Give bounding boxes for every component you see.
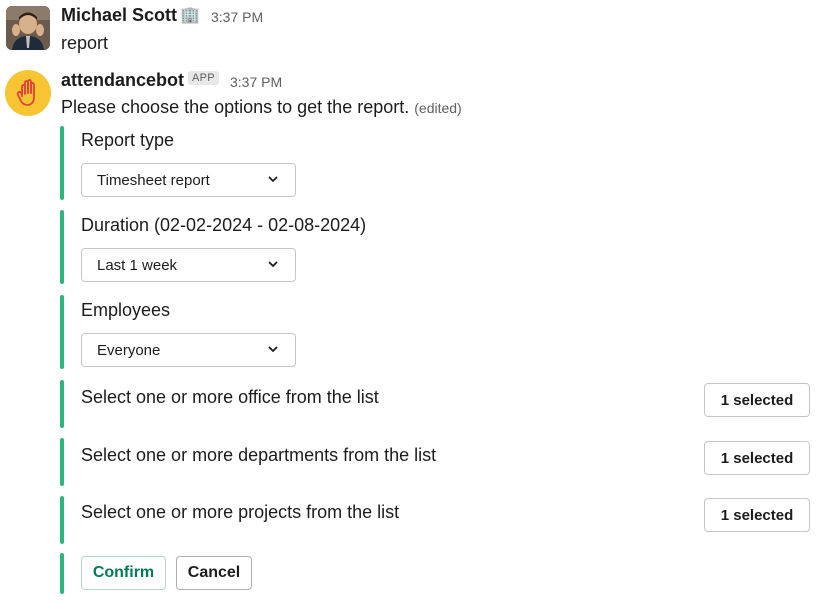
chevron-down-icon: [268, 346, 278, 352]
employees-select[interactable]: Everyone: [81, 333, 296, 367]
offices-multi-select-button[interactable]: 1 selected: [704, 383, 810, 417]
edited-label: (edited): [414, 100, 462, 116]
projects-label: Select one or more projects from the lis…: [81, 502, 400, 522]
offices-block: Select one or more office from the list …: [60, 380, 820, 428]
actions-block: Confirm Cancel: [60, 553, 820, 594]
duration-select[interactable]: Last 1 week: [81, 248, 296, 282]
attachment-bar: [60, 496, 64, 544]
duration-block: Duration (02-02-2024 - 02-08-2024) Last …: [60, 210, 820, 284]
chevron-down-icon: [268, 261, 278, 267]
duration-value: Last 1 week: [97, 256, 178, 274]
author-name[interactable]: Michael Scott: [61, 5, 177, 26]
app-badge: APP: [188, 71, 219, 85]
avatar[interactable]: [6, 6, 50, 50]
projects-block: Select one or more projects from the lis…: [60, 496, 820, 544]
attachment-bar: [60, 380, 64, 428]
status-emoji-icon: 🏢: [180, 7, 200, 24]
message-body: Please choose the options to get the rep…: [61, 97, 410, 117]
departments-block: Select one or more departments from the …: [60, 438, 820, 486]
attachment-bar: [60, 210, 64, 284]
confirm-button[interactable]: Confirm: [81, 556, 166, 590]
duration-label: Duration (02-02-2024 - 02-08-2024): [81, 215, 367, 235]
bot-avatar[interactable]: [5, 70, 51, 116]
report-type-block: Report type Timesheet report: [60, 126, 820, 200]
departments-multi-select-button[interactable]: 1 selected: [704, 441, 810, 475]
message-timestamp[interactable]: 3:37 PM: [230, 74, 282, 90]
employees-label: Employees: [81, 300, 171, 320]
departments-label: Select one or more departments from the …: [81, 445, 437, 465]
message-text: Please choose the options to get the rep…: [61, 97, 462, 118]
user-avatar-photo: [6, 6, 50, 50]
report-type-select[interactable]: Timesheet report: [81, 163, 296, 197]
message-timestamp[interactable]: 3:37 PM: [211, 9, 263, 25]
report-type-label: Report type: [81, 130, 175, 150]
message-michael-scott: Michael Scott 🏢 3:37 PM report: [0, 0, 823, 60]
attachment-bar: [60, 438, 64, 486]
attachment-bar: [60, 553, 64, 594]
employees-block: Employees Everyone: [60, 295, 820, 369]
employees-value: Everyone: [97, 341, 161, 359]
projects-multi-select-button[interactable]: 1 selected: [704, 498, 810, 532]
bot-name[interactable]: attendancebot: [61, 70, 184, 91]
offices-label: Select one or more office from the list: [81, 387, 379, 407]
cancel-button[interactable]: Cancel: [176, 556, 252, 590]
raised-hand-icon: [16, 79, 35, 106]
chevron-down-icon: [268, 176, 278, 182]
message-text: report: [61, 33, 109, 53]
attachment-bar: [60, 126, 64, 200]
report-type-value: Timesheet report: [97, 171, 210, 189]
attachment-bar: [60, 295, 64, 369]
